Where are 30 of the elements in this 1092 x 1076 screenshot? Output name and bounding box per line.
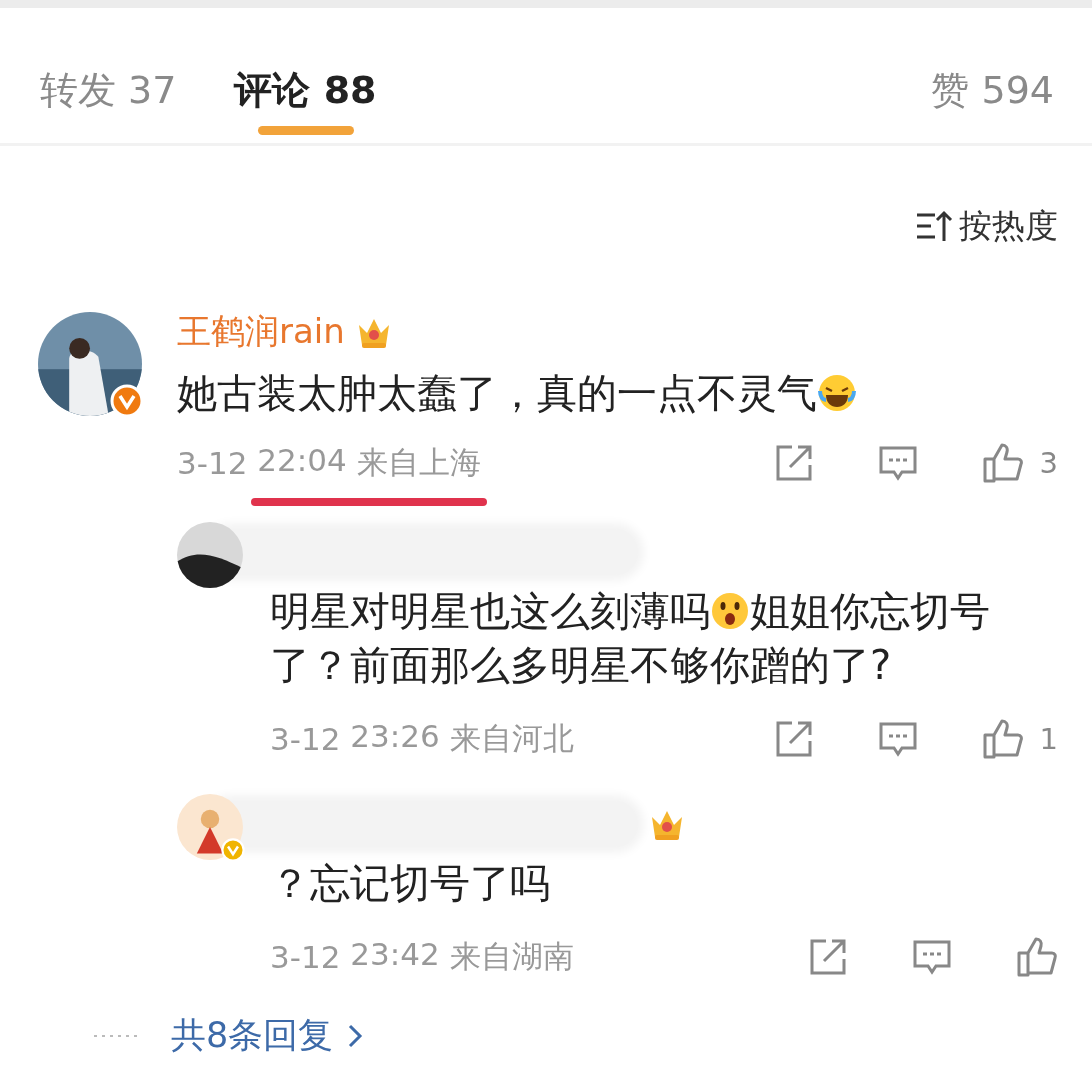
text-span: 了？前面那么多明星不够你蹭的了? [270, 641, 892, 690]
like-count: 1 [1039, 722, 1058, 756]
comment-location: 来自河北 [449, 719, 574, 758]
comment-date: 3-12 [177, 445, 248, 481]
username[interactable]: 王鹤润rain [177, 309, 345, 355]
share-icon[interactable] [808, 937, 848, 977]
thumbs-up-icon[interactable] [981, 718, 1024, 760]
comment-location: 来自上海 [356, 443, 481, 482]
tab[interactable]: 转发 37 [40, 68, 177, 135]
comment-text: ？忘记切号了吗 [270, 859, 551, 908]
shocked-emoji-icon [710, 591, 750, 631]
thumbs-up-icon[interactable] [981, 442, 1024, 484]
comment-time: 23:42 [350, 936, 440, 974]
text-span: 她古装太肿太蠢了，真的一点不灵气 [177, 369, 817, 418]
text-span: 姐姐你忘切号 [750, 587, 990, 636]
tab[interactable]: 评论 88 [234, 68, 377, 135]
comment-time: 23:26 [350, 718, 440, 756]
like-count: 3 [1039, 446, 1058, 480]
chevron-right-icon [347, 1023, 364, 1048]
comment-time: 22:04 [257, 442, 347, 480]
comment-date: 3-12 [270, 721, 341, 757]
laughing-emoji-icon [817, 373, 857, 413]
likes-tab[interactable]: 赞 594 [931, 68, 1054, 112]
comment-location: 来自湖南 [449, 937, 574, 976]
comment-date: 3-12 [270, 939, 341, 975]
more-replies-link[interactable]: 共8条回复 [171, 1012, 364, 1059]
thumbs-up-icon[interactable] [1016, 936, 1058, 978]
text-span: 明星对明星也这么刻薄吗 [270, 587, 710, 636]
sort-button[interactable]: 按热度 [915, 204, 1058, 248]
sort-icon [915, 209, 953, 243]
